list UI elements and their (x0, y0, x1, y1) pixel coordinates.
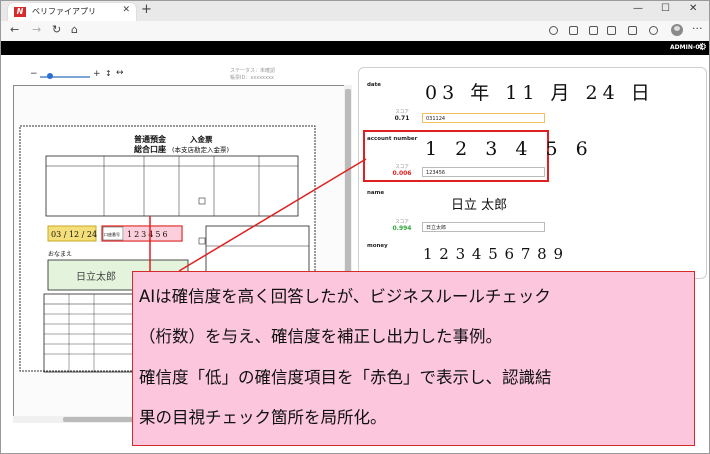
new-tab-button[interactable]: + (141, 3, 152, 17)
form-title-1: 普通預金 (134, 134, 167, 144)
form-account-handwriting: 123456 (127, 230, 170, 239)
account-value-input[interactable]: 123456 (422, 167, 545, 177)
account-score: スコア 0.006 (389, 165, 415, 177)
field-label-date: date (367, 82, 382, 88)
callout-line-3: 確信度「低」の確信度項目を「赤色」で表示し、認識結 (139, 368, 552, 387)
address-bar: ← → ↻ ⌂ ··· (1, 21, 709, 42)
form-title-right: 入金票 (189, 134, 213, 144)
callout-line-2: （桁数）を与え、確信度を補正し出力した事例。 (139, 327, 502, 346)
browser-window: N ベリファイアプリ ✕ + — ☐ ✕ ← → ↻ ⌂ ··· ADMIN-0… (0, 0, 710, 454)
form-title-sub: (本支店勘定入金票) (172, 145, 229, 154)
date-score-value: 0.71 (394, 115, 410, 122)
money-handwriting: 1 2 3 4 5 6 7 8 9 (423, 245, 565, 263)
gear-icon[interactable]: ⚙ (698, 41, 707, 54)
status-line: ステータス：未確認 (230, 68, 276, 74)
app-header: ADMIN-01 ⚙ (1, 41, 709, 55)
browser-menu-icon[interactable]: ··· (692, 22, 703, 35)
field-label-money: money (367, 243, 388, 249)
fit-height-icon[interactable]: ↕ (105, 69, 112, 78)
field-results-panel: date 03 年 11 月 24 日 スコア 0.71 031124 acco… (358, 67, 707, 279)
favorites-icon[interactable] (607, 26, 616, 35)
name-score: スコア 0.994 (389, 220, 415, 232)
field-label-account-number: account number (367, 136, 418, 142)
form-name-label: おなまえ (48, 251, 72, 258)
app-favicon-icon: N (14, 7, 26, 17)
extensions-icon[interactable] (589, 26, 598, 35)
explanation-callout: AIは確信度を高く回答したが、ビジネスルールチェック （桁数）を与え、確信度を補… (132, 271, 695, 446)
name-handwriting: 日立 太郎 (451, 198, 508, 213)
tab-strip: N ベリファイアプリ ✕ + — ☐ ✕ (1, 1, 709, 21)
back-icon[interactable]: ← (10, 24, 19, 36)
collections-icon[interactable] (628, 26, 637, 35)
form-date-handwriting: 03 / 12 / 24 (51, 230, 97, 239)
zoom-slider-thumb[interactable] (47, 73, 53, 79)
account-handwriting: 1 2 3 4 5 6 (425, 138, 594, 160)
home-icon[interactable]: ⌂ (71, 24, 78, 36)
vertical-scroll-thumb[interactable] (345, 89, 351, 279)
browser-tab[interactable]: N ベリファイアプリ ✕ (8, 3, 136, 21)
read-aloud-icon[interactable] (569, 26, 578, 35)
reload-icon[interactable]: ↻ (52, 24, 61, 36)
zoom-in-icon[interactable]: + (93, 69, 101, 79)
form-name-handwriting: 日立太郎 (76, 270, 116, 283)
name-score-value: 0.994 (392, 225, 412, 232)
account-score-value: 0.006 (392, 170, 412, 177)
tab-close-icon[interactable]: ✕ (122, 5, 130, 15)
document-status: ステータス：未確認 帳票ID：xxxxxxxx (230, 68, 275, 82)
date-score: スコア 0.71 (389, 110, 415, 122)
profile-avatar[interactable] (671, 24, 683, 36)
fit-width-icon[interactable]: ↔ (116, 68, 124, 78)
callout-line-4: 果の目視チェック箇所を局所化。 (139, 408, 387, 427)
minimize-button[interactable]: — (633, 3, 643, 14)
date-handwriting: 03 年 11 月 24 日 (425, 82, 655, 104)
date-value-input[interactable]: 031124 (422, 113, 545, 123)
forward-icon[interactable]: → (32, 24, 41, 36)
form-title-2: 総合口座 (134, 144, 166, 154)
name-value-input[interactable]: 日立太郎 (422, 222, 545, 232)
zoom-toolbar: − + ↕ ↔ (30, 68, 150, 81)
field-label-name: name (367, 190, 385, 196)
form-id-line: 帳票ID：xxxxxxxx (230, 75, 274, 81)
close-window-button[interactable]: ✕ (689, 3, 697, 14)
zoom-slider[interactable] (40, 73, 90, 79)
maximize-button[interactable]: ☐ (661, 3, 670, 14)
callout-line-1: AIは確信度を高く回答したが、ビジネスルールチェック (139, 287, 551, 306)
browser-essentials-icon[interactable] (649, 26, 658, 35)
zoom-out-icon[interactable]: − (30, 69, 38, 79)
tab-title: ベリファイアプリ (32, 7, 96, 16)
zoom-icon[interactable] (549, 26, 558, 35)
form-account-label: 口座番号 (104, 231, 120, 237)
